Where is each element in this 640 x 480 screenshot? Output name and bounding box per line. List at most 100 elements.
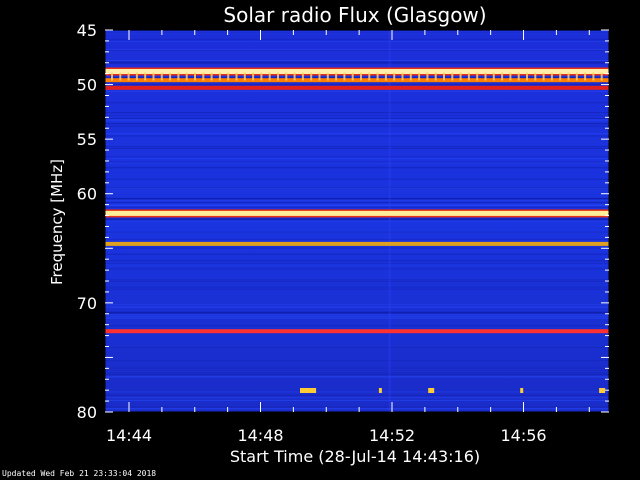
noise-streak <box>105 115 609 117</box>
band-spike <box>351 72 354 81</box>
noise-streak <box>105 318 609 319</box>
band-spike <box>443 72 445 81</box>
x-axis-label: Start Time (28-Jul-14 14:43:16) <box>230 447 480 466</box>
band-spike <box>434 72 437 81</box>
emission-band <box>105 69 609 74</box>
band-spike <box>592 72 595 81</box>
noise-streak <box>105 84 609 86</box>
noise-streak <box>105 231 609 233</box>
noise-streak <box>105 146 609 148</box>
band-spike <box>235 72 238 81</box>
noise-streak <box>105 133 609 135</box>
band-spike <box>476 72 479 81</box>
band-spike <box>409 72 412 81</box>
noise-streak <box>105 313 609 315</box>
noise-streak <box>105 167 609 169</box>
noise-streak <box>105 33 609 35</box>
band-spike <box>600 72 603 81</box>
x-tick-label: 14:44 <box>106 426 152 445</box>
burst-mark <box>428 388 435 393</box>
noise-streak <box>105 360 609 361</box>
noise-streak <box>105 264 609 266</box>
noise-streak <box>105 347 609 349</box>
noise-streak <box>105 315 609 317</box>
noise-streak <box>105 41 609 43</box>
burst-mark <box>378 388 382 393</box>
band-spike <box>343 72 346 81</box>
band-spike <box>418 72 421 81</box>
noise-streak <box>105 369 609 371</box>
noise-streak <box>105 239 609 240</box>
band-spike <box>310 72 313 81</box>
emission-band <box>105 210 609 216</box>
noise-streak <box>105 82 609 84</box>
emission-band <box>105 85 609 90</box>
noise-streak <box>105 394 609 396</box>
y-tick-label: 70 <box>77 294 97 313</box>
noise-streak <box>105 158 609 160</box>
band-spike <box>484 72 487 81</box>
noise-streak <box>105 187 609 189</box>
band-spike <box>260 72 263 81</box>
band-spike <box>368 72 371 81</box>
noise-streak <box>105 199 609 201</box>
noise-streak <box>105 148 609 149</box>
band-spike <box>177 72 180 81</box>
noise-streak <box>105 178 609 180</box>
noise-streak <box>105 135 609 137</box>
band-spike <box>252 72 255 81</box>
noise-streak <box>105 123 609 125</box>
band-spike <box>293 72 296 81</box>
updated-timestamp: Updated Wed Feb 21 23:33:04 2018 <box>2 469 157 478</box>
noise-streak <box>105 218 609 219</box>
band-spike <box>119 72 122 81</box>
band-spike <box>384 72 387 81</box>
band-spike <box>127 72 130 81</box>
noise-streak <box>105 263 609 265</box>
noise-streak <box>105 376 609 378</box>
noise-streak <box>105 118 609 119</box>
noise-streak <box>105 406 609 408</box>
noise-streak <box>105 288 609 290</box>
noise-streak <box>105 303 609 305</box>
noise-streak <box>105 162 609 164</box>
noise-streak <box>105 202 609 204</box>
spectrogram-chart: Solar radio Flux (Glasgow) 455055607080 … <box>48 3 610 466</box>
band-spike <box>451 72 454 81</box>
noise-streak <box>105 279 609 281</box>
band-spike <box>550 72 553 81</box>
band-spike <box>160 72 163 81</box>
noise-streak <box>105 189 609 191</box>
band-spike <box>467 72 470 81</box>
noise-streak <box>105 31 609 33</box>
band-spike <box>144 72 147 81</box>
noise-streak <box>105 253 609 255</box>
emission-band <box>105 241 609 246</box>
band-spike <box>111 72 113 81</box>
noise-streak <box>105 90 609 92</box>
band-spike <box>326 72 329 81</box>
band-spike <box>492 72 495 81</box>
x-tick-label: 14:48 <box>237 426 283 445</box>
noise-streak <box>105 316 609 318</box>
band-spike <box>542 72 545 81</box>
band-spike <box>301 72 304 81</box>
noise-streak <box>105 306 609 308</box>
band-spike <box>268 72 271 81</box>
noise-streak <box>105 77 609 79</box>
band-spike <box>393 72 396 81</box>
band-spike <box>185 72 188 81</box>
chart-title: Solar radio Flux (Glasgow) <box>223 3 486 27</box>
noise-streak <box>105 112 609 114</box>
band-spike <box>575 72 578 81</box>
band-spike <box>501 72 504 81</box>
band-spike <box>135 72 138 81</box>
noise-streak <box>105 391 609 393</box>
noise-streak <box>105 286 609 288</box>
noise-streak <box>105 39 609 41</box>
noise-streak <box>105 206 609 208</box>
band-spike <box>567 72 570 81</box>
noise-streak <box>105 198 609 200</box>
band-spike <box>202 72 205 81</box>
band-spike <box>459 72 462 81</box>
